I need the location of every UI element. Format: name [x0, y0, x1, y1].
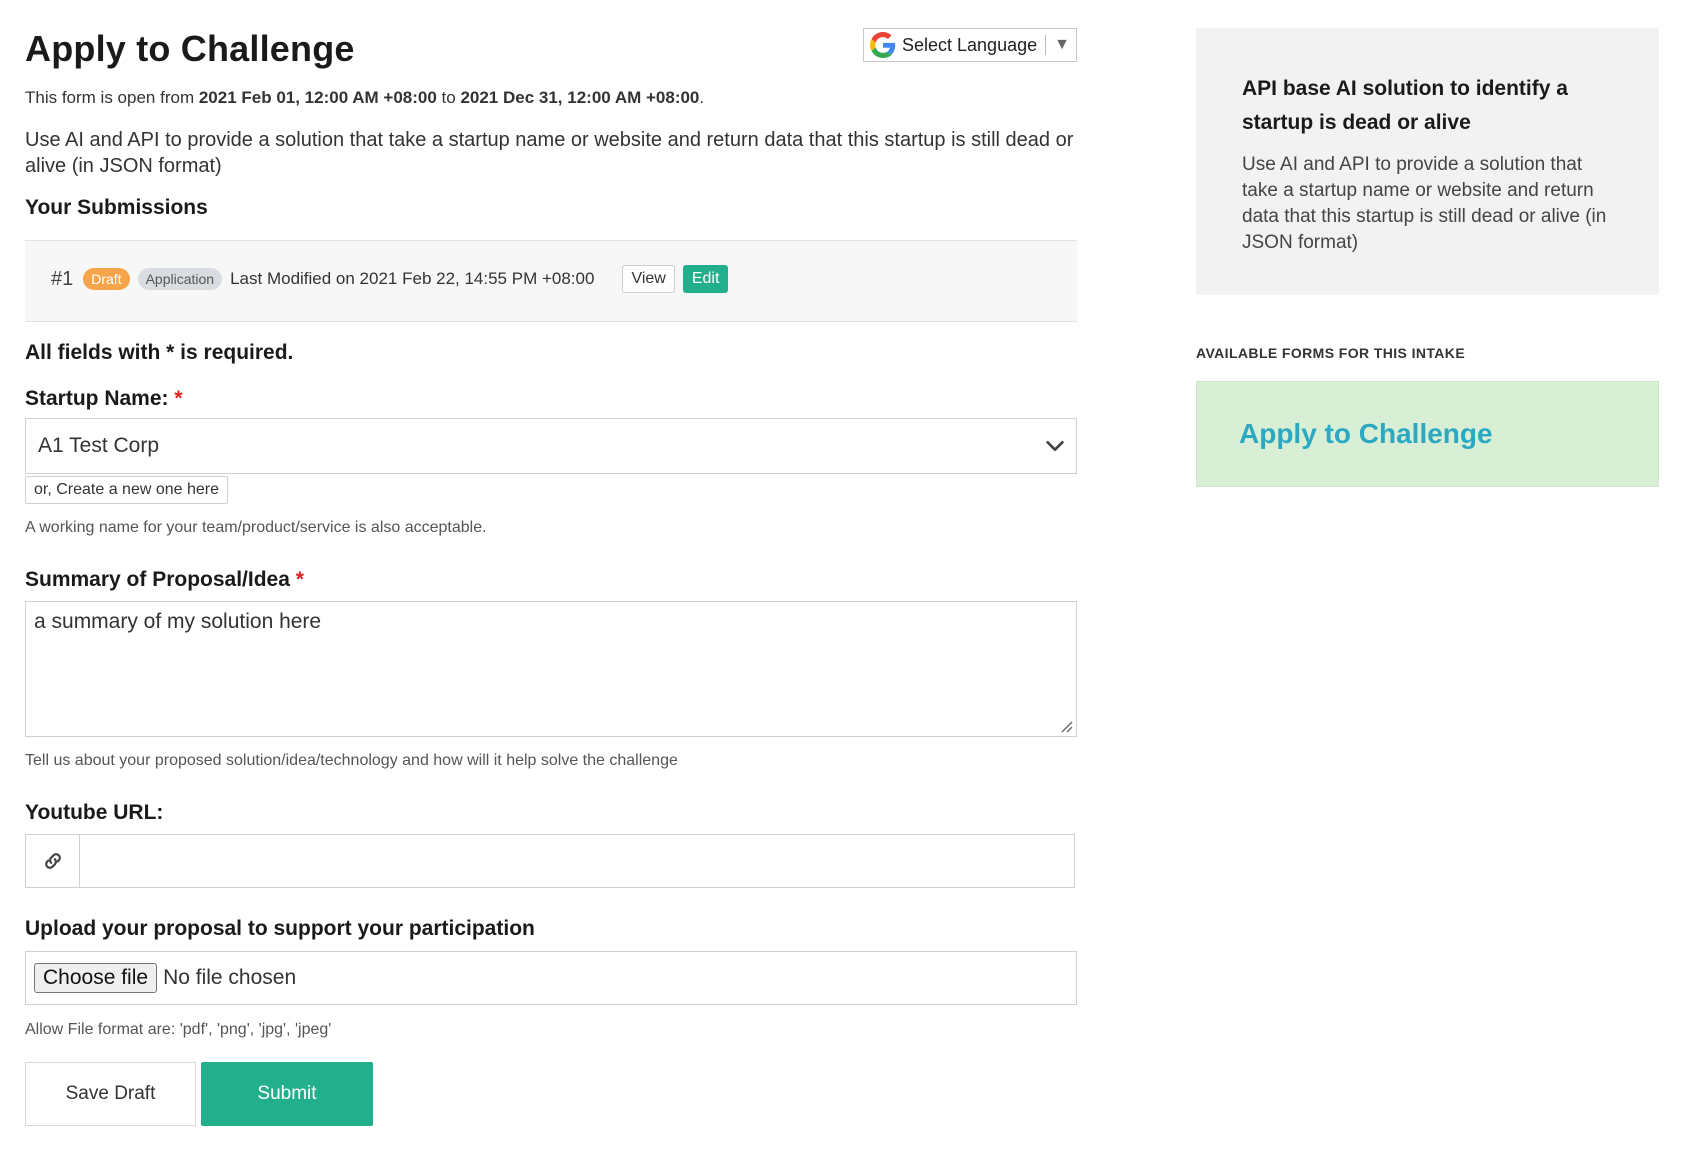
link-icon-glyph	[44, 853, 61, 869]
challenge-summary-card: API base AI solution to identify a start…	[1196, 28, 1659, 295]
challenge-description: Use AI and API to provide a solution tha…	[25, 129, 1074, 177]
startup-name-label: Startup Name: *	[25, 387, 183, 411]
startup-name-label-text: Startup Name:	[25, 387, 169, 410]
required-mark: *	[295, 568, 304, 591]
last-modified: Last Modified on 2021 Feb 22, 14:55 PM +…	[230, 269, 595, 288]
available-form-card: Apply to Challenge	[1196, 381, 1659, 487]
resize-grip-icon[interactable]	[1059, 719, 1073, 733]
view-button[interactable]: View	[622, 265, 675, 293]
summary-help: Tell us about your proposed solution/ide…	[25, 752, 678, 769]
upload-label: Upload your proposal to support your par…	[25, 917, 535, 940]
apply-to-challenge-link[interactable]: Apply to Challenge	[1239, 418, 1493, 450]
required-mark: *	[174, 387, 183, 410]
create-startup-button[interactable]: or, Create a new one here	[25, 476, 229, 504]
open-suffix: .	[699, 88, 705, 107]
language-selector[interactable]: Select Language ▼	[863, 28, 1077, 62]
edit-button[interactable]: Edit	[682, 265, 729, 293]
page: Apply to Challenge Select Language ▼ Thi…	[0, 0, 1684, 1170]
caret-down-icon: ▼	[1054, 36, 1070, 53]
youtube-url-input[interactable]	[80, 835, 1074, 887]
link-icon	[26, 835, 80, 887]
page-title: Apply to Challenge	[25, 28, 355, 69]
file-status: No file chosen	[163, 966, 297, 989]
upload-help: Allow File format are: 'pdf', 'png', 'jp…	[25, 1021, 332, 1038]
required-note: All fields with * is required.	[25, 341, 294, 364]
summary-value: a summary of my solution here	[34, 610, 322, 633]
open-to-date: 2021 Dec 31, 12:00 AM +08:00	[460, 88, 700, 107]
submit-button[interactable]: Submit	[201, 1062, 373, 1126]
type-badge: Application	[137, 268, 223, 290]
language-label: Select Language	[902, 34, 1038, 55]
youtube-url-label: Youtube URL:	[25, 801, 164, 824]
startup-name-value: A1 Test Corp	[38, 434, 160, 457]
challenge-card-text: Use AI and API to provide a solution tha…	[1242, 154, 1607, 253]
startup-name-help: A working name for your team/product/ser…	[25, 519, 487, 536]
choose-file-button[interactable]: Choose file	[34, 963, 158, 993]
summary-textarea[interactable]: a summary of my solution here	[25, 601, 1077, 737]
challenge-card-title: API base AI solution to identify a start…	[1242, 77, 1568, 134]
google-icon	[870, 32, 896, 58]
submission-row: #1 Draft Application Last Modified on 20…	[51, 265, 729, 293]
save-draft-button[interactable]: Save Draft	[25, 1062, 196, 1126]
submission-number: #1	[51, 267, 74, 290]
open-prefix: This form is open from	[25, 88, 199, 107]
open-from-date: 2021 Feb 01, 12:00 AM +08:00	[198, 88, 437, 107]
file-upload-field: Choose file No file chosen	[25, 951, 1077, 1005]
youtube-url-group	[25, 834, 1075, 888]
chevron-down-icon	[1046, 440, 1064, 452]
form-open-period: This form is open from 2021 Feb 01, 12:0…	[25, 88, 704, 108]
status-badge: Draft	[83, 268, 130, 290]
startup-name-select[interactable]: A1 Test Corp	[25, 418, 1077, 474]
summary-label: Summary of Proposal/Idea *	[25, 568, 304, 592]
language-divider	[1045, 35, 1047, 55]
open-to-word: to	[436, 88, 461, 107]
submissions-list: #1 Draft Application Last Modified on 20…	[25, 240, 1077, 322]
submissions-heading: Your Submissions	[25, 196, 208, 219]
summary-label-text: Summary of Proposal/Idea	[25, 568, 290, 591]
available-forms-heading: AVAILABLE FORMS FOR THIS INTAKE	[1196, 345, 1466, 361]
